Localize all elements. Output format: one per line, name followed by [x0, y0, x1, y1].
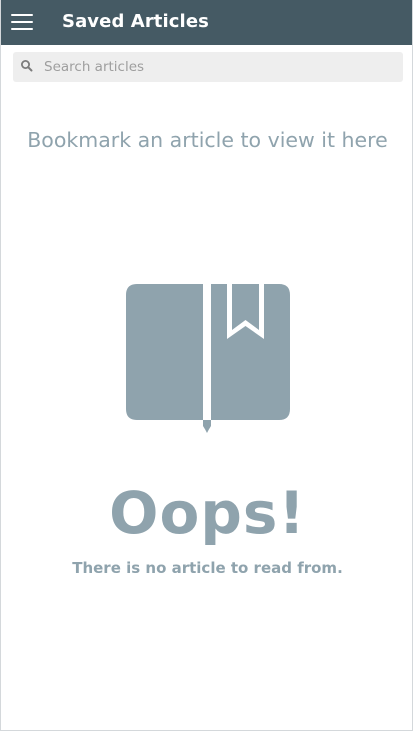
- app-frame: Saved Articles Bookmark an article to vi…: [0, 0, 413, 731]
- empty-state-message: There is no article to read from.: [72, 559, 343, 577]
- menu-line: [11, 14, 33, 16]
- search-bar[interactable]: [13, 52, 403, 82]
- search-icon: [21, 60, 33, 72]
- page-title: Saved Articles: [62, 11, 209, 32]
- search-input[interactable]: [44, 56, 394, 78]
- menu-line: [11, 28, 33, 30]
- empty-state-hint: Bookmark an article to view it here: [27, 128, 388, 152]
- hamburger-menu-icon[interactable]: [11, 12, 33, 32]
- app-bar: Saved Articles: [1, 0, 412, 45]
- empty-state-headline: Oops!: [109, 479, 306, 547]
- bookmarked-book-icon: [126, 284, 290, 433]
- menu-line: [11, 21, 33, 23]
